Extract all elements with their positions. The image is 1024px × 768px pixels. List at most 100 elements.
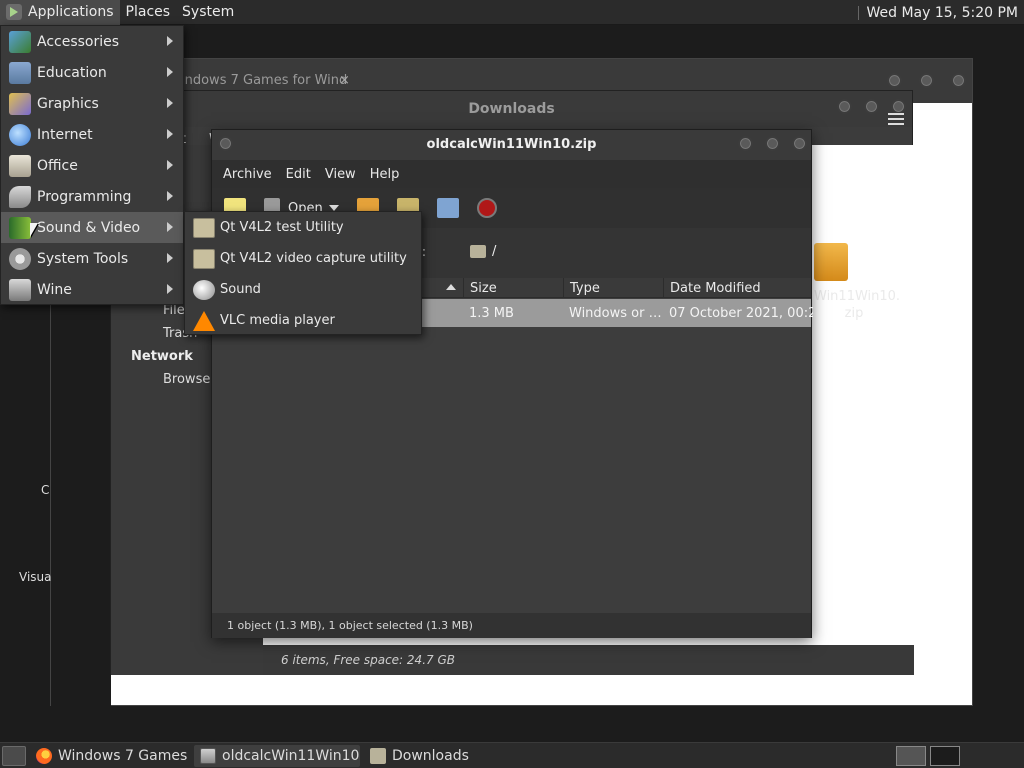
- taskbar-item-archive[interactable]: oldcalcWin11Win10.…: [194, 744, 360, 767]
- chevron-right-icon: [167, 36, 173, 46]
- cell-date: 07 October 2021, 00:29: [669, 305, 813, 321]
- column-date-modified[interactable]: Date Modified: [663, 278, 813, 298]
- menu-help[interactable]: Help: [363, 167, 407, 182]
- mouse-pointer-icon: [30, 223, 38, 237]
- internet-icon: [9, 123, 31, 146]
- cell-size: 1.3 MB: [469, 305, 514, 321]
- firefox-tab-title[interactable]: indows 7 Games for Wind: [181, 73, 347, 88]
- menu-item-programming[interactable]: Programming: [1, 181, 183, 212]
- qt-icon: [193, 248, 215, 269]
- clock[interactable]: Wed May 15, 5:20 PM: [857, 0, 1018, 25]
- menu-item-label: System Tools: [37, 250, 129, 267]
- add-folder-icon[interactable]: [436, 198, 459, 218]
- menu-item-accessories[interactable]: Accessories: [1, 26, 183, 57]
- chevron-right-icon: [167, 67, 173, 77]
- location-path[interactable]: /: [492, 244, 496, 259]
- downloads-titlebar: Downloads: [111, 91, 912, 127]
- menu-item-education[interactable]: Education: [1, 57, 183, 88]
- menu-item-label: Qt V4L2 test Utility: [220, 220, 344, 235]
- minimize-button[interactable]: [837, 99, 852, 114]
- archive-manager-window: oldcalcWin11Win10.zip Archive Edit View …: [211, 129, 813, 638]
- taskbar-item-label: Downloads: [392, 747, 469, 764]
- system-menu-button[interactable]: System: [176, 0, 240, 25]
- vlc-icon: [193, 310, 215, 331]
- accessories-icon: [9, 30, 31, 53]
- menu-archive[interactable]: Archive: [216, 167, 279, 182]
- sort-ascending-icon[interactable]: [446, 284, 456, 290]
- sound-video-submenu: Qt V4L2 test Utility Qt V4L2 video captu…: [184, 211, 422, 335]
- minimize-button[interactable]: [887, 73, 902, 88]
- firefox-icon: [36, 747, 52, 764]
- zip-file-label-line: zip: [844, 306, 864, 321]
- wine-icon: [9, 278, 31, 301]
- menu-item-system-tools[interactable]: System Tools: [1, 243, 183, 274]
- menu-item-label: Graphics: [37, 95, 99, 112]
- workspace-switcher: [896, 746, 960, 766]
- archive-menubar: Archive Edit View Help: [212, 160, 811, 188]
- sound-icon: [193, 279, 215, 300]
- taskbar-item-downloads[interactable]: Downloads: [364, 745, 484, 767]
- sound-video-icon: [9, 216, 31, 239]
- programming-icon: [9, 185, 31, 208]
- taskbar-item-firefox[interactable]: Windows 7 Games f…: [30, 745, 190, 767]
- archive-titlebar: oldcalcWin11Win10.zip: [212, 130, 811, 160]
- close-button[interactable]: [891, 99, 906, 114]
- folder-icon: [470, 245, 486, 258]
- close-button[interactable]: [792, 136, 807, 151]
- taskbar-item-label: Windows 7 Games f…: [58, 747, 190, 764]
- menu-item-wine[interactable]: Wine: [1, 274, 183, 305]
- menu-item-sound-video[interactable]: Sound & Video: [1, 212, 183, 243]
- menu-item-label: Wine: [37, 281, 72, 298]
- graphics-icon: [9, 92, 31, 115]
- system-tools-icon: [9, 247, 31, 270]
- close-button[interactable]: [951, 73, 966, 88]
- menu-item-internet[interactable]: Internet: [1, 119, 183, 150]
- qt-icon: [193, 217, 215, 238]
- taskbar-item-label: oldcalcWin11Win10.…: [222, 747, 360, 764]
- chevron-right-icon: [167, 253, 173, 263]
- applications-logo-icon: [6, 4, 22, 20]
- menu-edit[interactable]: Edit: [279, 167, 318, 182]
- menu-item-label: Programming: [37, 188, 132, 205]
- menu-item-label: Sound & Video: [37, 219, 141, 236]
- workspace-1[interactable]: [896, 746, 926, 766]
- menu-item-vlc[interactable]: VLC media player: [185, 305, 421, 336]
- desktop-icon-label: C: [41, 483, 50, 497]
- minimize-button[interactable]: [738, 136, 753, 151]
- chevron-right-icon: [167, 129, 173, 139]
- menu-item-label: Sound: [220, 282, 261, 297]
- cell-type: Windows or …: [569, 305, 662, 321]
- menu-item-office[interactable]: Office: [1, 150, 183, 181]
- stop-icon[interactable]: [476, 198, 497, 218]
- sidebar-heading-network: Network: [131, 349, 193, 364]
- workspace-2[interactable]: [930, 746, 960, 766]
- applications-menu-button[interactable]: Applications: [0, 0, 120, 25]
- show-desktop-button[interactable]: [2, 745, 26, 766]
- places-menu-button[interactable]: Places: [120, 0, 177, 25]
- chevron-right-icon: [167, 160, 173, 170]
- menu-item-qt-v4l2-capture[interactable]: Qt V4L2 video capture utility: [185, 243, 421, 274]
- menu-item-qt-v4l2-test[interactable]: Qt V4L2 test Utility: [185, 212, 421, 243]
- office-icon: [9, 154, 31, 177]
- applications-menu: Accessories Education Graphics Internet …: [0, 25, 184, 305]
- sidebar-item-file-system[interactable]: File: [163, 303, 185, 318]
- menu-item-label: Internet: [37, 126, 93, 143]
- archive-status: 1 object (1.3 MB), 1 object selected (1.…: [212, 613, 811, 638]
- column-type[interactable]: Type: [563, 278, 663, 298]
- menu-item-sound[interactable]: Sound: [185, 274, 421, 305]
- tab-close-icon[interactable]: ×: [339, 73, 350, 88]
- menu-item-label: Qt V4L2 video capture utility: [220, 251, 407, 266]
- maximize-button[interactable]: [765, 136, 780, 151]
- column-size[interactable]: Size: [463, 278, 563, 298]
- downloads-status: 6 items, Free space: 24.7 GB: [263, 645, 914, 675]
- maximize-button[interactable]: [919, 73, 934, 88]
- hamburger-menu-icon[interactable]: [888, 113, 904, 125]
- menu-view[interactable]: View: [318, 167, 363, 182]
- folder-icon: [370, 747, 386, 764]
- maximize-button[interactable]: [864, 99, 879, 114]
- menu-item-graphics[interactable]: Graphics: [1, 88, 183, 119]
- panel-separator: [857, 5, 859, 20]
- zip-file-label[interactable]: Win11Win10. zip: [814, 288, 900, 322]
- top-panel: Applications Places System Wed May 15, 5…: [0, 0, 1024, 25]
- zip-file-icon[interactable]: [814, 243, 848, 281]
